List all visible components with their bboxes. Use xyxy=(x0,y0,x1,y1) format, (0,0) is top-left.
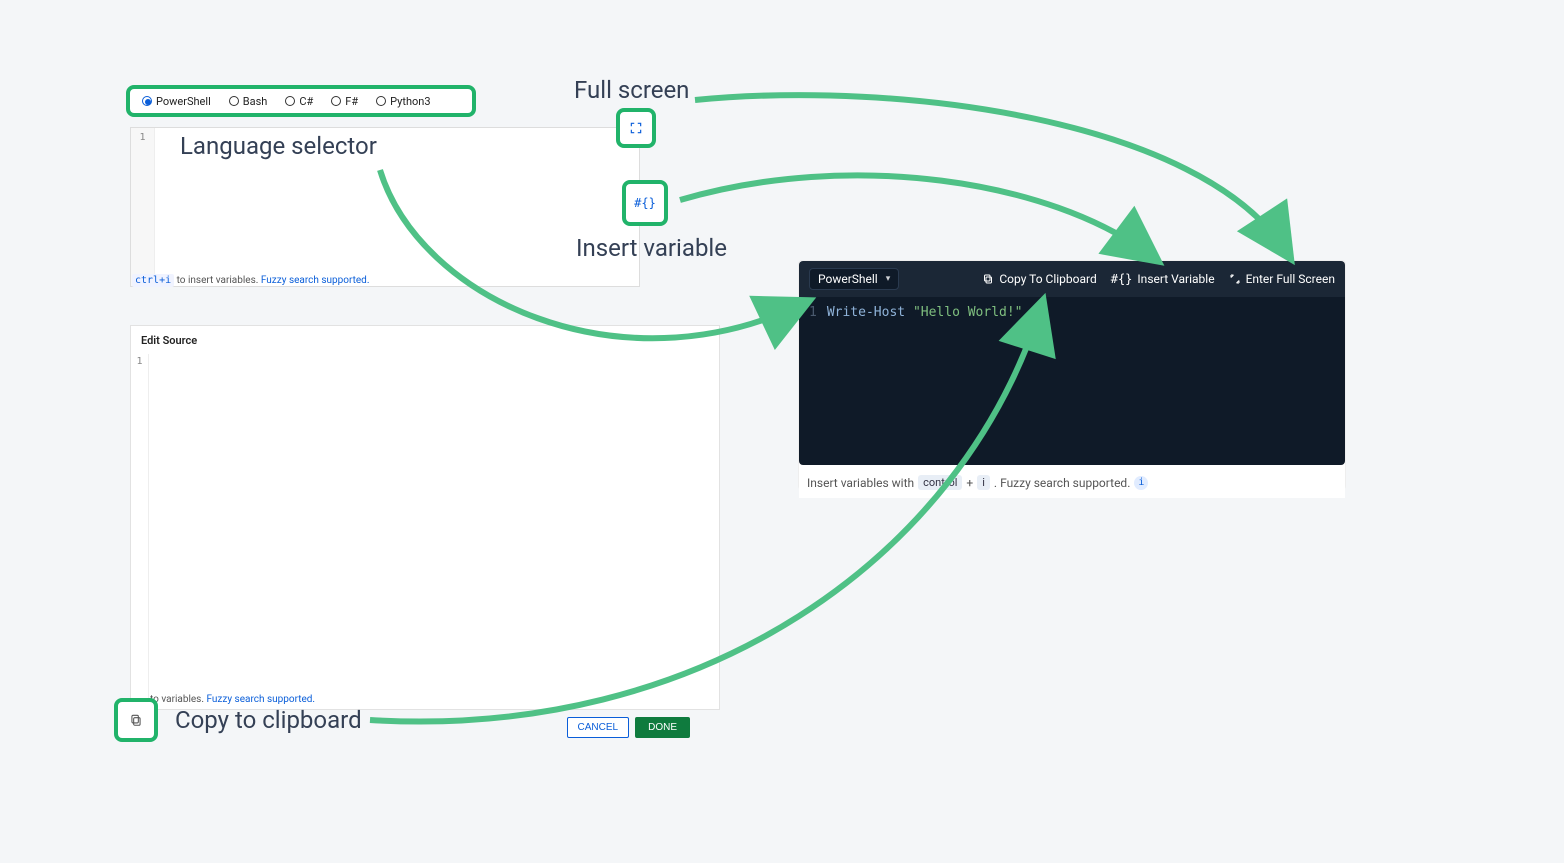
edit-source-header: Edit Source xyxy=(131,326,719,356)
language-label: C# xyxy=(299,95,313,108)
language-label: F# xyxy=(345,95,358,108)
kbd-ctrl-i: ctrl+i xyxy=(132,274,174,287)
language-selector-old[interactable]: PowerShell Bash C# F# Python3 xyxy=(126,85,476,117)
code-editor-new: PowerShell ▾ Copy To Clipboard #{} Inser… xyxy=(798,260,1346,490)
insert-variable-button[interactable]: #{} Insert Variable xyxy=(1111,272,1215,286)
annotation-language-selector: Language selector xyxy=(180,132,377,160)
fuzzy-search-link[interactable]: Fuzzy search supported. xyxy=(261,275,370,286)
radio-dot-icon xyxy=(285,96,295,106)
selected-language: PowerShell xyxy=(818,272,878,286)
language-radio-bash[interactable]: Bash xyxy=(229,95,268,108)
edit-source-body[interactable]: 1 xyxy=(131,354,719,709)
line-number: 1 xyxy=(809,305,817,320)
editor-hint: ctrl+i to insert variables. Fuzzy search… xyxy=(132,275,532,286)
language-label: PowerShell xyxy=(156,95,211,108)
copy-to-clipboard-button-old[interactable] xyxy=(114,698,158,742)
editor-toolbar: PowerShell ▾ Copy To Clipboard #{} Inser… xyxy=(799,261,1345,297)
annotation-insert-variable: Insert variable xyxy=(576,234,727,262)
line-number: 1 xyxy=(139,132,145,143)
button-label: Enter Full Screen xyxy=(1246,272,1335,286)
code-area[interactable]: 1 Write-Host "Hello World!" xyxy=(799,297,1345,465)
copy-to-clipboard-button[interactable]: Copy To Clipboard xyxy=(982,272,1096,286)
language-label: Bash xyxy=(243,95,268,108)
info-icon[interactable]: i xyxy=(1134,476,1148,490)
cancel-button[interactable]: CANCEL xyxy=(567,717,630,738)
fullscreen-icon xyxy=(1229,273,1241,285)
editor-hint-new: Insert variables with control + i . Fuzz… xyxy=(799,467,1345,498)
hint-text: to variables. xyxy=(150,694,204,705)
insert-variable-icon: #{} xyxy=(1111,272,1133,286)
language-select-dropdown[interactable]: PowerShell ▾ xyxy=(809,268,899,290)
done-button[interactable]: DONE xyxy=(635,717,690,738)
button-label: Copy To Clipboard xyxy=(999,272,1096,286)
annotation-copy-to-clipboard: Copy to clipboard xyxy=(175,706,362,734)
edit-source-panel: Edit Source 1 xyxy=(130,325,720,710)
fuzzy-search-link[interactable]: Fuzzy search supported. xyxy=(206,694,315,705)
radio-dot-icon xyxy=(142,96,152,106)
radio-dot-icon xyxy=(376,96,386,106)
language-label: Python3 xyxy=(390,95,430,108)
language-radio-csharp[interactable]: C# xyxy=(285,95,313,108)
hint-text: Insert variables with xyxy=(807,476,914,490)
radio-dot-icon xyxy=(331,96,341,106)
line-gutter: 1 xyxy=(131,128,155,286)
fullscreen-button-old[interactable] xyxy=(616,108,656,148)
hint-plus: + xyxy=(966,476,973,490)
hint-text: . Fuzzy search supported. xyxy=(994,476,1130,490)
enter-full-screen-button[interactable]: Enter Full Screen xyxy=(1229,272,1335,286)
button-label: Insert Variable xyxy=(1137,272,1214,286)
kbd-control: control xyxy=(918,475,962,490)
insert-variable-icon: #{} xyxy=(634,196,656,210)
line-gutter: 1 xyxy=(131,354,149,709)
language-radio-fsharp[interactable]: F# xyxy=(331,95,358,108)
language-radio-powershell[interactable]: PowerShell xyxy=(142,95,211,108)
insert-variable-button-old[interactable]: #{} xyxy=(622,180,668,226)
copy-icon xyxy=(982,273,994,285)
copy-icon xyxy=(129,713,143,727)
edit-source-hint: to variables. Fuzzy search supported. xyxy=(150,694,315,705)
line-number: 1 xyxy=(136,356,142,367)
code-string: "Hello World!" xyxy=(913,305,1023,320)
language-radio-python3[interactable]: Python3 xyxy=(376,95,430,108)
kbd-i: i xyxy=(977,475,990,490)
chevron-down-icon: ▾ xyxy=(886,274,891,284)
annotation-full-screen: Full screen xyxy=(574,76,689,104)
radio-dot-icon xyxy=(229,96,239,106)
code-command: Write-Host xyxy=(827,305,905,320)
fullscreen-icon xyxy=(629,121,643,135)
hint-text: to insert variables. xyxy=(177,275,259,286)
